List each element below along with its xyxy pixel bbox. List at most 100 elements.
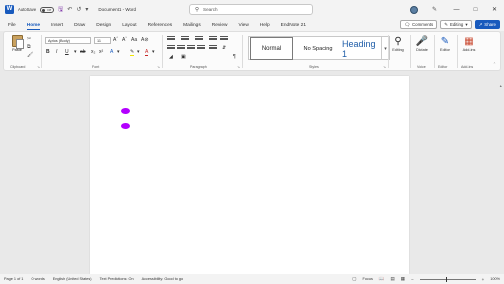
chevron-down-icon[interactable]: ▾: [152, 49, 155, 55]
customize-qat-icon[interactable]: ▾: [85, 6, 88, 13]
underline-icon[interactable]: U: [65, 49, 69, 55]
styles-launcher-icon[interactable]: ↘: [383, 65, 386, 69]
restore-icon[interactable]: □: [466, 7, 485, 13]
undo-icon[interactable]: ↶: [67, 6, 72, 13]
title-bar: W AutoSave Off 🖫 ↶ ↺ ▾ Document1 - Word …: [0, 0, 504, 19]
document-page[interactable]: [90, 76, 409, 274]
text-effects-icon[interactable]: A: [110, 49, 113, 55]
font-name-value: Aptos (Body): [48, 39, 70, 43]
chevron-down-icon[interactable]: ▾: [137, 49, 140, 55]
bullets-icon[interactable]: [167, 36, 175, 42]
tab-help[interactable]: Help: [260, 23, 270, 28]
change-case-icon[interactable]: Aa: [131, 37, 137, 43]
page-count[interactable]: Page 1 of 1: [4, 277, 23, 281]
styles-gallery: Normal No Spacing Heading 1 ▾: [248, 36, 390, 60]
tab-draw[interactable]: Draw: [74, 23, 85, 28]
highlight-icon[interactable]: ✎: [130, 49, 135, 56]
search-placeholder: Search: [203, 7, 218, 12]
tab-insert[interactable]: Insert: [51, 23, 63, 28]
focus-label[interactable]: Focus: [363, 277, 373, 281]
tab-endnote[interactable]: EndNote 21: [281, 23, 306, 28]
zoom-level[interactable]: 100%: [490, 277, 500, 281]
format-painter-icon[interactable]: 🖌: [27, 52, 33, 58]
accessibility-status[interactable]: Accessibility: Good to go: [142, 277, 184, 281]
word-count[interactable]: 0 words: [31, 277, 44, 281]
clear-formatting-icon[interactable]: A⊘: [141, 37, 149, 43]
text-predictions-status[interactable]: Text Predictions: On: [100, 277, 134, 281]
shading-icon[interactable]: ◢: [169, 54, 173, 60]
tab-review[interactable]: Review: [212, 23, 228, 28]
numbering-icon[interactable]: [181, 36, 189, 42]
editing-button[interactable]: ⚲ Editing: [388, 35, 408, 53]
line-spacing-icon[interactable]: [209, 45, 217, 51]
minimize-icon[interactable]: —: [447, 7, 466, 13]
strikethrough-icon[interactable]: ab: [80, 49, 86, 55]
collapse-ribbon-icon[interactable]: ⌃: [493, 62, 496, 66]
font-launcher-icon[interactable]: ↘: [157, 65, 160, 69]
tab-design[interactable]: Design: [96, 23, 111, 28]
share-button[interactable]: ↗ Share: [474, 20, 500, 29]
zoom-slider[interactable]: [419, 276, 476, 282]
tab-layout[interactable]: Layout: [122, 23, 136, 28]
focus-icon[interactable]: ▢: [352, 276, 356, 282]
sort-icon[interactable]: ⇵: [222, 45, 226, 51]
tab-references[interactable]: References: [148, 23, 173, 28]
tab-home[interactable]: Home: [26, 23, 41, 30]
editor-button[interactable]: ✎ Editor: [435, 35, 455, 53]
tab-mailings[interactable]: Mailings: [183, 23, 201, 28]
italic-icon[interactable]: I: [56, 49, 57, 55]
align-right-icon[interactable]: [187, 45, 195, 51]
clipboard-launcher-icon[interactable]: ↘: [37, 65, 40, 69]
close-icon[interactable]: ✕: [485, 6, 504, 13]
font-color-icon[interactable]: A: [145, 49, 149, 56]
word-logo-icon: W: [5, 5, 14, 14]
zoom-out-icon[interactable]: −: [411, 277, 414, 282]
share-icon: ↗: [478, 21, 483, 27]
font-size-select[interactable]: 11: [94, 37, 111, 44]
addins-button[interactable]: ▦ Add-ins: [459, 35, 479, 53]
editing-mode-button[interactable]: ✎ Editing ▾: [440, 20, 472, 29]
edit-pencil-icon: ✎: [444, 21, 448, 27]
tab-view[interactable]: View: [238, 23, 248, 28]
pen-icon[interactable]: ✎: [432, 6, 437, 13]
vertical-scrollbar[interactable]: ▲: [499, 84, 502, 234]
web-layout-icon[interactable]: ▦: [401, 276, 405, 282]
chevron-down-icon[interactable]: ▾: [117, 49, 120, 55]
style-normal[interactable]: Normal: [250, 37, 293, 60]
zoom-slider-thumb[interactable]: [445, 276, 448, 282]
decrease-indent-icon[interactable]: [209, 36, 217, 42]
copy-icon[interactable]: ⧉: [27, 44, 31, 50]
bold-icon[interactable]: B: [46, 49, 50, 55]
redo-icon[interactable]: ↺: [76, 6, 81, 13]
zoom-in-icon[interactable]: +: [482, 277, 485, 282]
print-layout-icon[interactable]: ▤: [390, 276, 394, 282]
style-no-spacing[interactable]: No Spacing: [295, 37, 341, 60]
font-name-select[interactable]: Aptos (Body): [45, 37, 91, 44]
style-heading-1[interactable]: Heading 1: [342, 37, 382, 60]
align-left-icon[interactable]: [167, 45, 175, 51]
scroll-up-icon[interactable]: ▲: [499, 84, 502, 88]
multilevel-list-icon[interactable]: [195, 36, 203, 42]
save-icon[interactable]: 🖫: [58, 5, 63, 15]
align-center-icon[interactable]: [177, 45, 185, 51]
paragraph-launcher-icon[interactable]: ↘: [237, 65, 240, 69]
increase-indent-icon[interactable]: [220, 36, 228, 42]
chevron-down-icon[interactable]: ▾: [74, 49, 77, 55]
subscript-icon[interactable]: x₂: [91, 49, 95, 55]
borders-icon[interactable]: ▣: [181, 54, 186, 60]
show-formatting-icon[interactable]: ¶: [233, 54, 236, 60]
read-mode-icon[interactable]: 📖: [379, 276, 385, 282]
tab-file[interactable]: File: [8, 23, 16, 28]
paste-button[interactable]: Paste: [10, 35, 24, 52]
grow-font-icon[interactable]: Aˆ: [113, 37, 118, 43]
cut-icon[interactable]: ✂: [27, 36, 31, 42]
justify-icon[interactable]: [197, 45, 205, 51]
shrink-font-icon[interactable]: Aˇ: [122, 37, 127, 43]
comments-button[interactable]: 🗨 Comments: [400, 20, 438, 29]
avatar[interactable]: [409, 5, 418, 14]
language-status[interactable]: English (United States): [53, 277, 92, 281]
superscript-icon[interactable]: x²: [99, 49, 103, 55]
autosave-toggle[interactable]: Off: [40, 6, 55, 13]
dictate-button[interactable]: 🎤 Dictate: [412, 35, 432, 53]
search-box[interactable]: ⚲ Search: [189, 4, 313, 15]
